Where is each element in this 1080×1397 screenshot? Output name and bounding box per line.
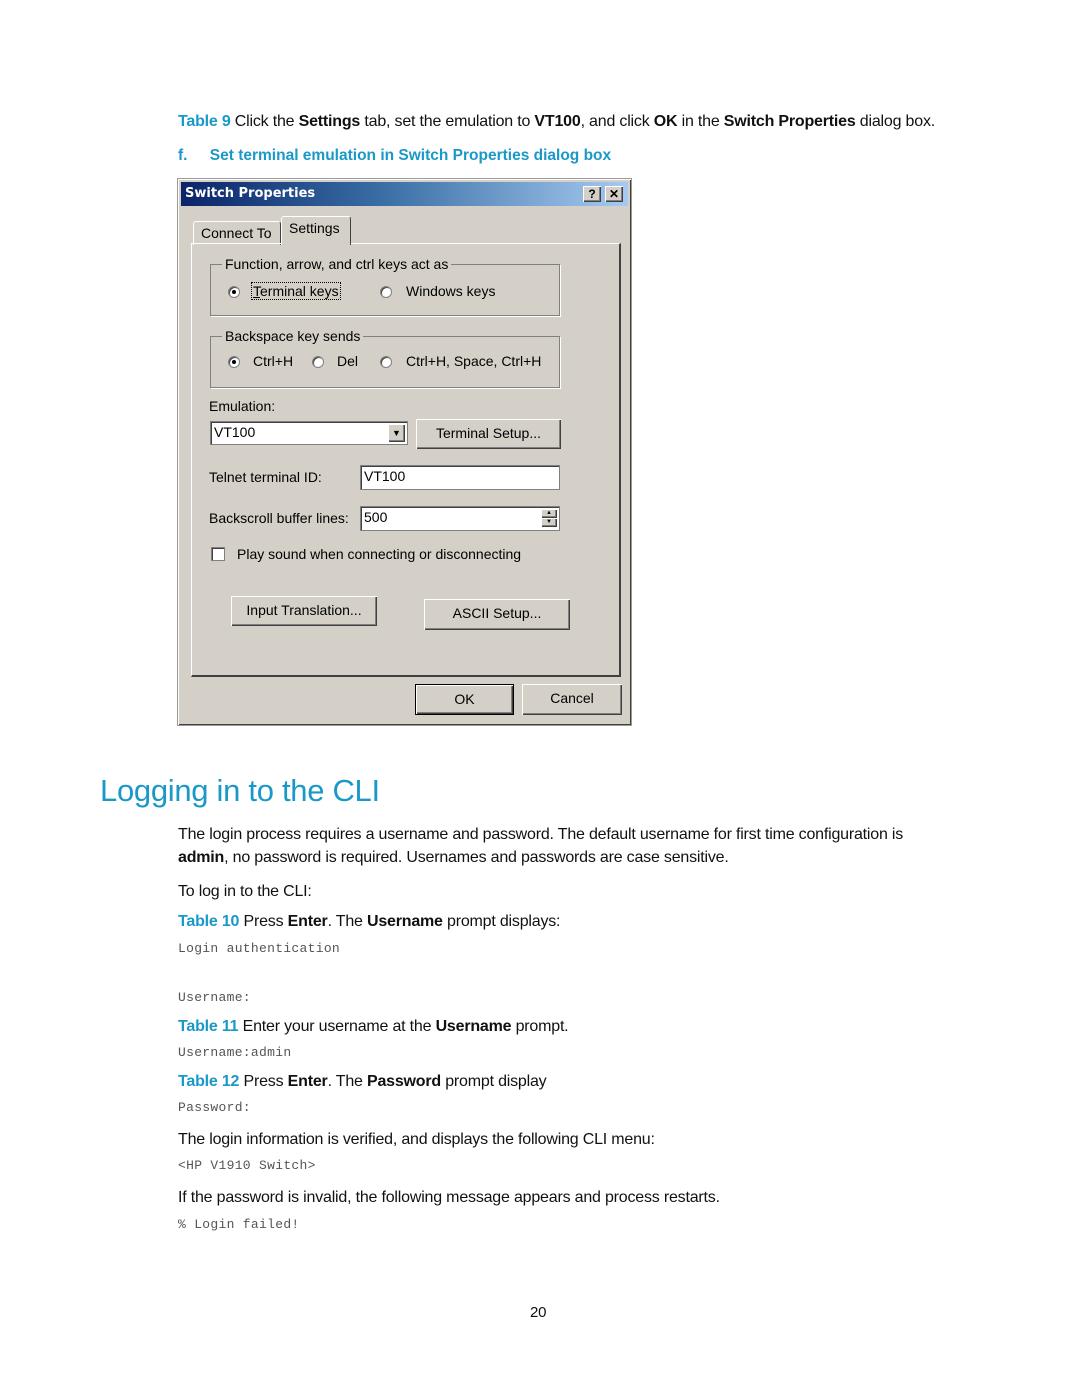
keys-group-legend: Function, arrow, and ctrl keys act as (222, 256, 452, 272)
radio-windows-keys-label[interactable]: Windows keys (406, 283, 495, 299)
step-10: Table 10 Press Enter. The Username promp… (178, 913, 561, 930)
tab-settings[interactable]: Settings (281, 216, 351, 245)
radio-ctrl-h-space[interactable] (380, 356, 392, 368)
intro-paragraph-line2: admin, no password is required. Username… (178, 849, 729, 866)
code-login-failed: % Login failed! (178, 1217, 300, 1232)
table-ref: Table 12 (178, 1073, 240, 1090)
radio-ctrl-h[interactable] (228, 356, 240, 368)
terminal-setup-button[interactable]: Terminal Setup... (416, 419, 561, 449)
code-login-authentication: Login authentication (178, 941, 341, 956)
login-steps-intro: To log in to the CLI: (178, 883, 312, 900)
telnet-id-input[interactable]: VT100 (360, 465, 560, 490)
radio-ctrl-h-space-label[interactable]: Ctrl+H, Space, Ctrl+H (406, 353, 541, 369)
code-password-prompt: Password: (178, 1100, 251, 1115)
radio-del[interactable] (312, 356, 324, 368)
radio-terminal-keys[interactable] (228, 286, 240, 298)
invalid-password-paragraph: If the password is invalid, the followin… (178, 1189, 720, 1206)
ok-button[interactable]: OK (415, 684, 514, 715)
radio-ctrl-h-label[interactable]: Ctrl+H (253, 353, 293, 369)
tab-connect-to[interactable]: Connect To (193, 221, 281, 245)
figure-caption: f. Set terminal emulation in Switch Prop… (178, 147, 612, 164)
table-ref: Table 11 (178, 1018, 239, 1035)
chevron-down-icon[interactable]: ▼ (388, 424, 405, 442)
radio-windows-keys[interactable] (380, 286, 392, 298)
help-icon: ? (588, 187, 596, 201)
input-translation-button[interactable]: Input Translation... (231, 596, 377, 626)
cancel-button[interactable]: Cancel (522, 684, 622, 715)
section-title: Logging in to the CLI (100, 773, 380, 808)
backspace-group-legend: Backspace key sends (222, 328, 364, 344)
page-number: 20 (530, 1304, 547, 1321)
dialog-titlebar[interactable]: Switch Properties ? ✕ (181, 182, 628, 206)
table-ref: Table 9 (178, 113, 231, 130)
dialog-title: Switch Properties (185, 186, 316, 201)
radio-del-label[interactable]: Del (337, 353, 358, 369)
spin-down-icon[interactable]: ▼ (541, 518, 557, 527)
code-cli-prompt: <HP V1910 Switch> (178, 1158, 316, 1173)
verified-paragraph: The login information is verified, and d… (178, 1131, 655, 1148)
emulation-select[interactable]: VT100 ▼ (210, 421, 408, 445)
intro-paragraph-line1: The login process requires a username an… (178, 826, 904, 843)
ascii-setup-button[interactable]: ASCII Setup... (424, 599, 570, 630)
table-ref: Table 10 (178, 913, 240, 930)
help-button[interactable]: ? (583, 186, 601, 202)
backscroll-input[interactable]: 500 ▲ ▼ (360, 506, 560, 531)
play-sound-label[interactable]: Play sound when connecting or disconnect… (237, 546, 521, 562)
spin-up-icon[interactable]: ▲ (541, 509, 557, 518)
close-icon: ✕ (608, 187, 620, 201)
telnet-id-label: Telnet terminal ID: (209, 469, 322, 485)
code-username-prompt: Username: (178, 990, 251, 1005)
switch-properties-dialog: Switch Properties ? ✕ Connect To Setting… (177, 178, 632, 726)
intro-step: Table 9 Click the Settings tab, set the … (178, 113, 935, 130)
play-sound-checkbox[interactable] (211, 547, 225, 561)
step-11: Table 11 Enter your username at the User… (178, 1018, 569, 1035)
close-button[interactable]: ✕ (605, 186, 623, 202)
backscroll-label: Backscroll buffer lines: (209, 510, 349, 526)
radio-terminal-keys-label[interactable]: Terminal keys (251, 282, 341, 300)
step-12: Table 12 Press Enter. The Password promp… (178, 1073, 547, 1090)
emulation-label: Emulation: (209, 398, 276, 414)
code-username-admin: Username:admin (178, 1045, 292, 1060)
